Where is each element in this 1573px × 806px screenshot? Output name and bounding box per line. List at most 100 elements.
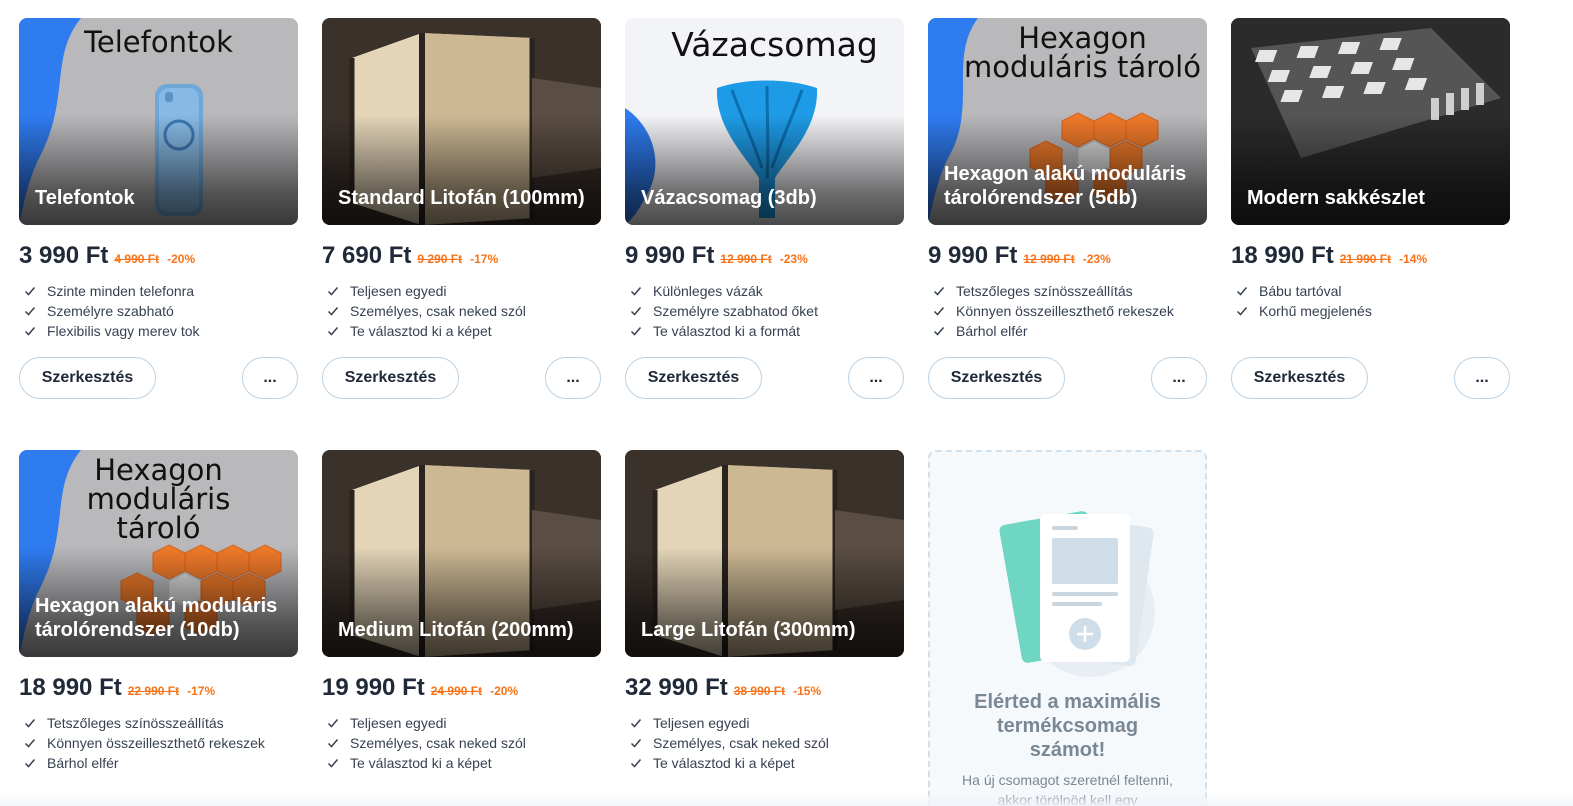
feature-text: Te választod ki a képet xyxy=(653,755,795,771)
check-icon xyxy=(327,287,339,296)
feature-text: Te választod ki a képet xyxy=(350,755,492,771)
price: 19 990 Ft xyxy=(322,674,425,701)
price-row: 18 990 Ft 21 990 Ft -14% xyxy=(1231,242,1510,270)
product-image[interactable]: Vázacsomag Vázacsomag (3db) xyxy=(625,18,904,225)
check-icon xyxy=(630,739,642,748)
product-image[interactable]: Hexagon moduláris tároló Hexagon alakú m… xyxy=(928,18,1207,225)
feature-text: Teljesen egyedi xyxy=(350,283,447,299)
feature-text: Flexibilis vagy merev tok xyxy=(47,323,200,339)
product-image[interactable]: Standard Litofán (100mm) xyxy=(322,18,601,225)
edit-button[interactable]: Szerkesztés xyxy=(19,357,156,399)
old-price: 21 990 Ft xyxy=(1339,252,1392,266)
feature-item: Személyes, csak neked szól xyxy=(625,733,904,753)
check-icon xyxy=(24,307,36,316)
old-price: 12 990 Ft xyxy=(720,252,772,266)
feature-list: Teljesen egyedi Személyes, csak neked sz… xyxy=(322,281,601,341)
check-icon xyxy=(327,307,339,316)
edit-button[interactable]: Szerkesztés xyxy=(625,357,762,399)
card-actions: Szerkesztés ... xyxy=(19,357,298,399)
product-card: Telefontok Telefontok 3 990 Ft 4 990 Ft … xyxy=(19,18,298,399)
product-card: Hexagon moduláris tároló Hexagon alakú m… xyxy=(928,18,1207,399)
edit-button[interactable]: Szerkesztés xyxy=(928,357,1065,399)
check-icon xyxy=(327,327,339,336)
product-card: Vázacsomag Vázacsomag (3db) 9 990 Ft 12 … xyxy=(625,18,904,399)
more-options-button[interactable]: ... xyxy=(1151,357,1207,399)
feature-item: Személyre szabható xyxy=(19,301,298,321)
feature-text: Teljesen egyedi xyxy=(350,715,447,731)
check-icon xyxy=(933,287,945,296)
feature-item: Személyre szabhatod őket xyxy=(625,301,904,321)
product-card: Hexagon moduláris tároló Hexagon alakú m… xyxy=(19,450,298,773)
price-row: 7 690 Ft 9 290 Ft -17% xyxy=(322,242,601,270)
feature-text: Bárhol elfér xyxy=(956,323,1028,339)
feature-item: Személyes, csak neked szól xyxy=(322,733,601,753)
edit-button[interactable]: Szerkesztés xyxy=(322,357,459,399)
image-headline: Hexagon moduláris tároló xyxy=(964,21,1201,84)
discount-badge: -20% xyxy=(167,252,196,266)
price: 18 990 Ft xyxy=(19,674,122,701)
check-icon xyxy=(24,287,36,296)
feature-text: Tetszőleges színösszeállítás xyxy=(47,715,224,731)
check-icon xyxy=(933,307,945,316)
price: 7 690 Ft xyxy=(322,242,412,269)
feature-item: Bábu tartóval xyxy=(1231,281,1510,301)
discount-badge: -23% xyxy=(1082,252,1111,266)
card-actions: Szerkesztés ... xyxy=(322,357,601,399)
image-headline: Telefontok xyxy=(84,25,233,59)
feature-text: Te választod ki a képet xyxy=(350,323,492,339)
check-icon xyxy=(24,759,36,768)
price-row: 19 990 Ft 24 990 Ft -20% xyxy=(322,674,601,702)
product-image[interactable]: Hexagon moduláris tároló Hexagon alakú m… xyxy=(19,450,298,657)
limit-reached-card: Elérted a maximális termékcsomag számot!… xyxy=(928,450,1207,806)
check-icon xyxy=(630,327,642,336)
feature-text: Személyre szabható xyxy=(47,303,174,319)
price-row: 9 990 Ft 12 990 Ft -23% xyxy=(928,242,1207,270)
more-options-button[interactable]: ... xyxy=(242,357,298,399)
price-row: 32 990 Ft 38 990 Ft -15% xyxy=(625,674,904,702)
product-title: Telefontok xyxy=(35,187,135,209)
more-options-button[interactable]: ... xyxy=(545,357,601,399)
feature-list: Különleges vázák Személyre szabhatod őke… xyxy=(625,281,904,341)
check-icon xyxy=(630,287,642,296)
feature-item: Bárhol elfér xyxy=(928,321,1207,341)
more-options-button[interactable]: ... xyxy=(848,357,904,399)
limit-title: Elérted a maximális termékcsomag számot! xyxy=(974,691,1161,761)
feature-text: Teljesen egyedi xyxy=(653,715,750,731)
price: 3 990 Ft xyxy=(19,242,109,269)
check-icon xyxy=(24,739,36,748)
feature-item: Teljesen egyedi xyxy=(322,713,601,733)
price-row: 9 990 Ft 12 990 Ft -23% xyxy=(625,242,904,270)
feature-text: Különleges vázák xyxy=(653,283,763,299)
price: 9 990 Ft xyxy=(625,242,715,269)
product-title: Vázacsomag (3db) xyxy=(641,187,817,209)
card-actions: Szerkesztés ... xyxy=(1231,357,1510,399)
feature-text: Bárhol elfér xyxy=(47,755,119,771)
product-image[interactable]: Telefontok Telefontok xyxy=(19,18,298,225)
edit-button[interactable]: Szerkesztés xyxy=(1231,357,1368,399)
discount-badge: -17% xyxy=(187,684,216,698)
feature-item: Tetszőleges színösszeállítás xyxy=(19,713,298,733)
image-headline: Hexagon moduláris tároló xyxy=(86,453,231,545)
image-headline: Vázacsomag xyxy=(671,25,878,64)
check-icon xyxy=(327,759,339,768)
price: 32 990 Ft xyxy=(625,674,728,701)
feature-text: Könnyen összeilleszthető rekeszek xyxy=(47,735,265,751)
feature-text: Személyes, csak neked szól xyxy=(653,735,829,751)
feature-item: Könnyen összeilleszthető rekeszek xyxy=(19,733,298,753)
product-image[interactable]: Medium Litofán (200mm) xyxy=(322,450,601,657)
old-price: 24 990 Ft xyxy=(430,684,483,698)
check-icon xyxy=(327,719,339,728)
feature-text: Korhű megjelenés xyxy=(1259,303,1372,319)
feature-text: Személyes, csak neked szól xyxy=(350,303,526,319)
check-icon xyxy=(630,307,642,316)
feature-text: Könnyen összeilleszthető rekeszek xyxy=(956,303,1174,319)
check-icon xyxy=(1236,307,1248,316)
product-image[interactable]: Modern sakkészlet xyxy=(1231,18,1510,225)
product-image[interactable]: Large Litofán (300mm) xyxy=(625,450,904,657)
more-options-button[interactable]: ... xyxy=(1454,357,1510,399)
product-title: Medium Litofán (200mm) xyxy=(338,619,574,641)
old-price: 12 990 Ft xyxy=(1023,252,1075,266)
feature-item: Személyes, csak neked szól xyxy=(322,301,601,321)
feature-list: Tetszőleges színösszeállítás Könnyen öss… xyxy=(928,281,1207,341)
product-card: Medium Litofán (200mm) 19 990 Ft 24 990 … xyxy=(322,450,601,773)
